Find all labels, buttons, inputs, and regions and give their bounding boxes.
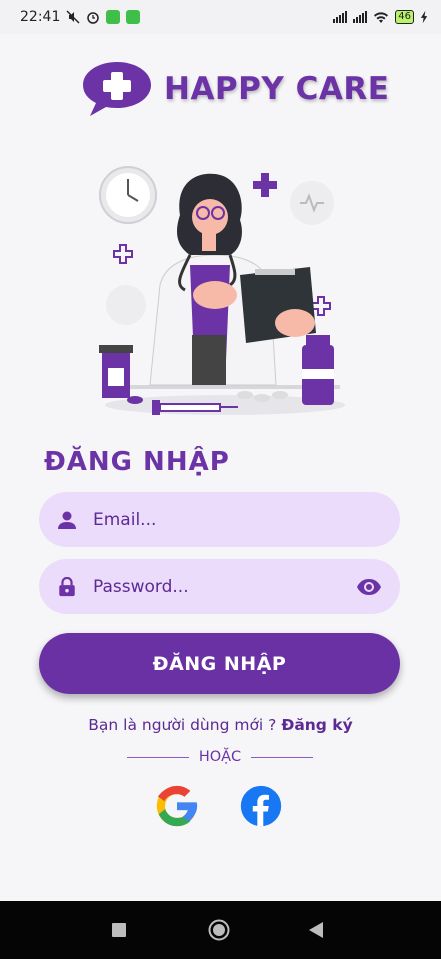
email-field[interactable]: Email... [39, 492, 400, 547]
doctor-illustration [99, 166, 345, 415]
or-label: HOẶC [198, 749, 242, 765]
medical-chat-icon [83, 62, 151, 116]
app-title: HAPPY CARE [164, 71, 390, 107]
mute-icon [66, 10, 80, 24]
or-divider: HOẶC [127, 749, 313, 765]
home-icon[interactable] [208, 919, 230, 941]
eye-icon[interactable] [356, 577, 382, 597]
password-placeholder: Password... [93, 576, 189, 597]
new-user-text: Bạn là người dùng mới ? [88, 716, 282, 734]
status-time: 22:41 [20, 9, 61, 25]
system-nav-bar [0, 901, 441, 959]
status-bar: 22:41 46 [0, 0, 441, 34]
wifi-icon [374, 12, 389, 23]
email-placeholder: Email... [93, 509, 157, 530]
signal-icon [333, 11, 348, 23]
back-icon[interactable] [308, 921, 324, 939]
alarm-icon [87, 12, 100, 24]
app-logo: HAPPY CARE [80, 60, 389, 118]
battery-icon: 46 [395, 10, 414, 24]
signal-icon-2 [353, 11, 368, 23]
google-icon[interactable] [155, 784, 199, 828]
charging-icon [420, 10, 428, 24]
app-notification-icon [106, 10, 121, 24]
app-notification-icon-2 [126, 10, 141, 24]
person-icon [58, 511, 76, 529]
register-prompt: Bạn là người dùng mới ? Đăng ký [0, 716, 441, 734]
password-field[interactable]: Password... [39, 559, 400, 614]
facebook-icon[interactable] [239, 784, 283, 828]
login-heading: ĐĂNG NHẬP [44, 447, 230, 477]
login-button[interactable]: ĐĂNG NHẬP [39, 633, 400, 694]
register-link[interactable]: Đăng ký [281, 716, 352, 734]
divider-line-right [251, 756, 313, 758]
recents-icon[interactable] [111, 922, 127, 938]
divider-line-left [127, 756, 189, 758]
lock-icon [59, 576, 75, 596]
